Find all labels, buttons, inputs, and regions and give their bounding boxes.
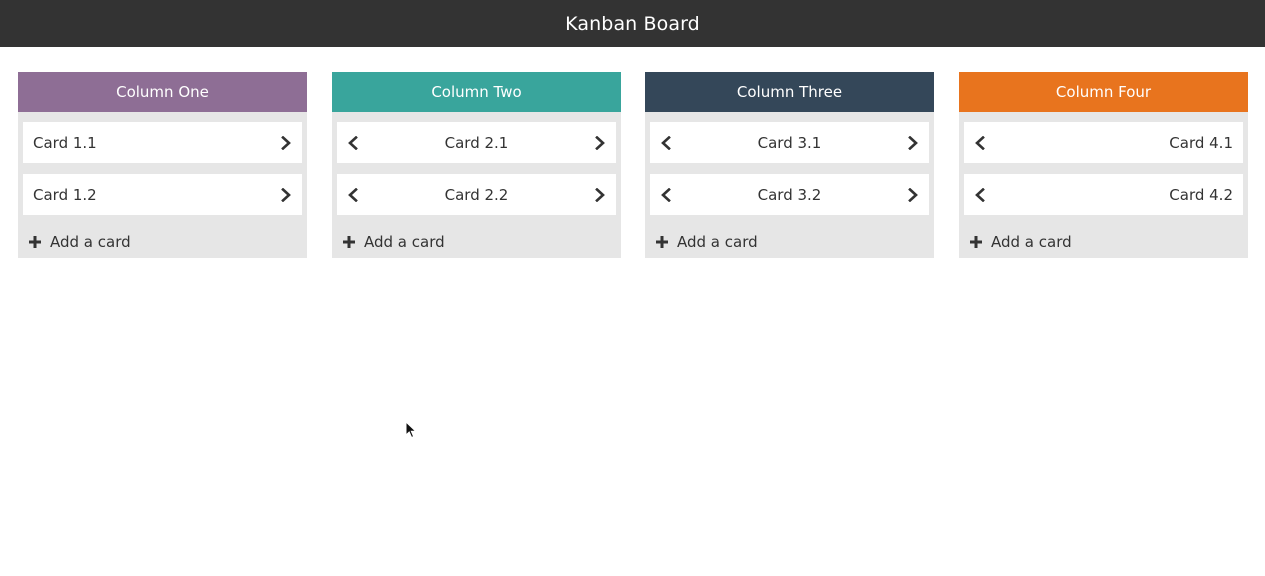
card-label: Card 3.2 — [757, 185, 822, 204]
card[interactable]: Card 1.1 — [23, 122, 302, 163]
column-title: Column One — [116, 83, 209, 101]
chevron-left-icon[interactable] — [650, 174, 682, 215]
card[interactable]: Card 1.2 — [23, 174, 302, 215]
chevron-left-icon[interactable] — [337, 122, 369, 163]
column-title: Column Three — [736, 83, 843, 101]
card-label: Card 4.1 — [1169, 133, 1233, 152]
chevron-right-icon[interactable] — [897, 174, 929, 215]
chevron-left-icon[interactable] — [650, 122, 682, 163]
add-card-button[interactable]: Add a card — [28, 232, 131, 252]
column-two: Column Two Card 2.1 Card 2.2 Add a card — [332, 72, 621, 258]
card-label: Card 2.1 — [444, 133, 509, 152]
chevron-right-icon[interactable] — [897, 122, 929, 163]
add-card-button[interactable]: Add a card — [655, 232, 758, 252]
column-title: Column Four — [1055, 83, 1152, 101]
chevron-left-icon[interactable] — [337, 174, 369, 215]
plus-icon — [29, 236, 41, 248]
add-card-button[interactable]: Add a card — [969, 232, 1072, 252]
app-header: Kanban Board — [0, 0, 1265, 47]
chevron-left-icon[interactable] — [964, 122, 996, 163]
card[interactable]: Card 2.2 — [337, 174, 616, 215]
chevron-right-icon[interactable] — [270, 174, 302, 215]
card-label: Card 2.2 — [444, 185, 509, 204]
add-card-label: Add a card — [50, 233, 131, 251]
app-title: Kanban Board — [565, 12, 700, 35]
chevron-right-icon[interactable] — [584, 122, 616, 163]
chevron-left-icon[interactable] — [964, 174, 996, 215]
card[interactable]: Card 4.2 — [964, 174, 1243, 215]
column-four: Column Four Card 4.1 Card 4.2 Add a card — [959, 72, 1248, 258]
column-header: Column Four — [959, 72, 1248, 112]
card-label: Card 3.1 — [757, 133, 822, 152]
add-card-label: Add a card — [991, 233, 1072, 251]
kanban-board: Column One Card 1.1 Card 1.2 Add a card … — [18, 72, 1248, 258]
column-one: Column One Card 1.1 Card 1.2 Add a card — [18, 72, 307, 258]
chevron-right-icon[interactable] — [270, 122, 302, 163]
card[interactable]: Card 4.1 — [964, 122, 1243, 163]
add-card-button[interactable]: Add a card — [342, 232, 445, 252]
column-header: Column Two — [332, 72, 621, 112]
column-three: Column Three Card 3.1 Card 3.2 Add a car… — [645, 72, 934, 258]
card[interactable]: Card 3.2 — [650, 174, 929, 215]
plus-icon — [343, 236, 355, 248]
plus-icon — [970, 236, 982, 248]
chevron-right-icon[interactable] — [584, 174, 616, 215]
column-header: Column One — [18, 72, 307, 112]
card-label: Card 1.1 — [33, 133, 97, 152]
mouse-cursor-icon — [405, 421, 417, 439]
column-title: Column Two — [431, 83, 522, 101]
plus-icon — [656, 236, 668, 248]
card[interactable]: Card 3.1 — [650, 122, 929, 163]
add-card-label: Add a card — [364, 233, 445, 251]
add-card-label: Add a card — [677, 233, 758, 251]
card-label: Card 4.2 — [1169, 185, 1233, 204]
card[interactable]: Card 2.1 — [337, 122, 616, 163]
card-label: Card 1.2 — [33, 185, 97, 204]
column-header: Column Three — [645, 72, 934, 112]
